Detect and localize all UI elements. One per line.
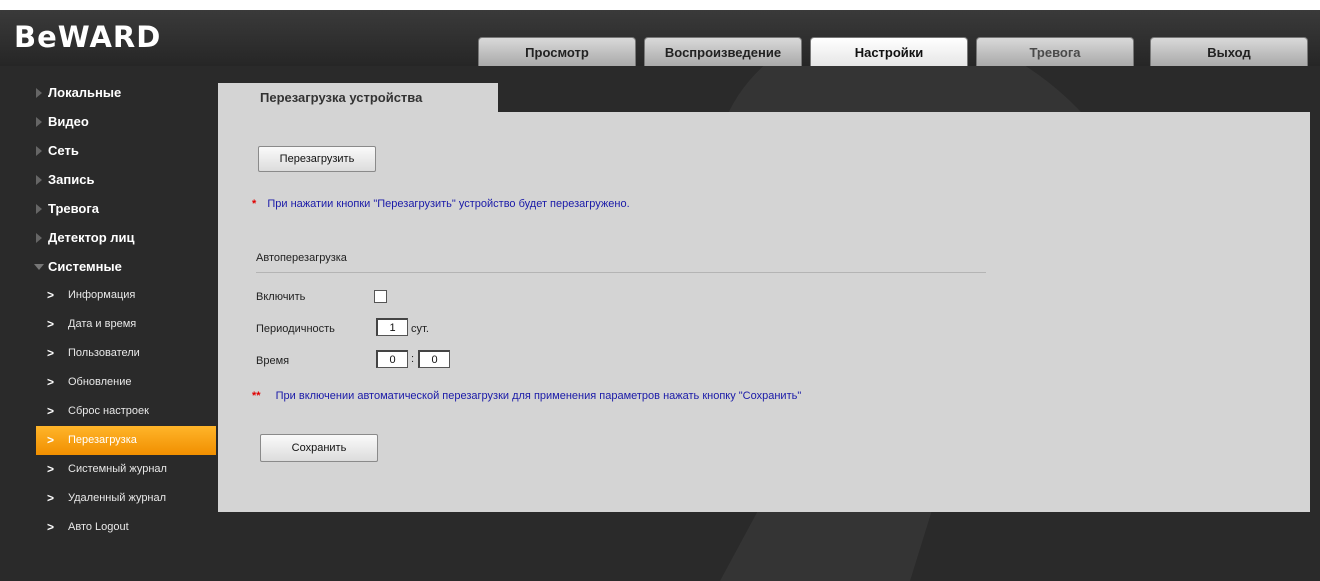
note-marker: ** xyxy=(252,390,261,402)
period-input[interactable]: 1 xyxy=(376,318,408,336)
sidebar-subitem-datetime[interactable]: > Дата и время xyxy=(0,310,216,339)
triangle-right-icon xyxy=(36,88,42,98)
note-marker: * xyxy=(252,198,257,210)
chevron-right-icon: > xyxy=(47,375,55,389)
triangle-down-icon xyxy=(34,264,44,270)
sidebar-subitem-reboot[interactable]: > Перезагрузка xyxy=(36,426,216,455)
sidebar-item-system[interactable]: Системные xyxy=(0,252,216,281)
tab-alarm[interactable]: Тревога xyxy=(976,37,1134,66)
chevron-right-icon: > xyxy=(47,404,55,418)
reboot-note: * При нажатии кнопки "Перезагрузить" уст… xyxy=(252,198,630,210)
time-separator: : xyxy=(411,353,415,365)
sidebar-item-alarm[interactable]: Тревога xyxy=(0,194,216,223)
sidebar-item-network[interactable]: Сеть xyxy=(0,136,216,165)
sidebar-subitem-info[interactable]: > Информация xyxy=(0,281,216,310)
reboot-note-text: При нажатии кнопки "Перезагрузить" устро… xyxy=(267,198,630,210)
sidebar-subitem-users[interactable]: > Пользователи xyxy=(0,339,216,368)
triangle-right-icon xyxy=(36,117,42,127)
chevron-right-icon: > xyxy=(47,346,55,360)
sidebar: Локальные Видео Сеть Запись Тревога Дете… xyxy=(0,78,216,542)
tab-settings[interactable]: Настройки xyxy=(810,37,968,66)
header-bar: BeWARD Просмотр Воспроизведение Настройк… xyxy=(0,10,1320,66)
period-label: Периодичность xyxy=(256,323,335,335)
enable-label: Включить xyxy=(256,291,306,303)
triangle-right-icon xyxy=(36,204,42,214)
sidebar-item-record[interactable]: Запись xyxy=(0,165,216,194)
time-hours-input[interactable]: 0 xyxy=(376,350,408,368)
tab-exit[interactable]: Выход xyxy=(1150,37,1308,66)
triangle-right-icon xyxy=(36,175,42,185)
chevron-right-icon: > xyxy=(47,462,55,476)
triangle-right-icon xyxy=(36,233,42,243)
time-label: Время xyxy=(256,355,290,367)
sidebar-subitem-auto-logout[interactable]: > Авто Logout xyxy=(0,513,216,542)
auto-reboot-section-title: Автоперезагрузка xyxy=(256,252,347,264)
chevron-right-icon: > xyxy=(47,491,55,505)
enable-checkbox[interactable] xyxy=(374,290,387,303)
auto-reboot-note: ** При включении автоматической перезагр… xyxy=(252,390,801,402)
sidebar-item-video[interactable]: Видео xyxy=(0,107,216,136)
triangle-right-icon xyxy=(36,146,42,156)
time-minutes-input[interactable]: 0 xyxy=(418,350,450,368)
reboot-settings-panel: Перезагрузить * При нажатии кнопки "Пере… xyxy=(218,112,1310,512)
chevron-right-icon: > xyxy=(47,288,55,302)
app-window: BeWARD Просмотр Воспроизведение Настройк… xyxy=(0,10,1320,581)
period-unit: сут. xyxy=(411,323,429,335)
chevron-right-icon: > xyxy=(47,433,55,447)
sidebar-item-local[interactable]: Локальные xyxy=(0,78,216,107)
sidebar-subitem-remote-log[interactable]: > Удаленный журнал xyxy=(0,484,216,513)
section-divider xyxy=(256,272,986,273)
chevron-right-icon: > xyxy=(47,520,55,534)
chevron-right-icon: > xyxy=(47,317,55,331)
sidebar-subitem-update[interactable]: > Обновление xyxy=(0,368,216,397)
tab-playback[interactable]: Воспроизведение xyxy=(644,37,802,66)
beward-logo: BeWARD xyxy=(14,20,162,54)
save-button[interactable]: Сохранить xyxy=(260,434,378,462)
sidebar-item-face-detector[interactable]: Детектор лиц xyxy=(0,223,216,252)
tab-view[interactable]: Просмотр xyxy=(478,37,636,66)
reboot-button[interactable]: Перезагрузить xyxy=(258,146,376,172)
sidebar-subitem-system-log[interactable]: > Системный журнал xyxy=(0,455,216,484)
auto-reboot-note-text: При включении автоматической перезагрузк… xyxy=(275,390,802,402)
sidebar-subitem-reset[interactable]: > Сброс настроек xyxy=(0,397,216,426)
